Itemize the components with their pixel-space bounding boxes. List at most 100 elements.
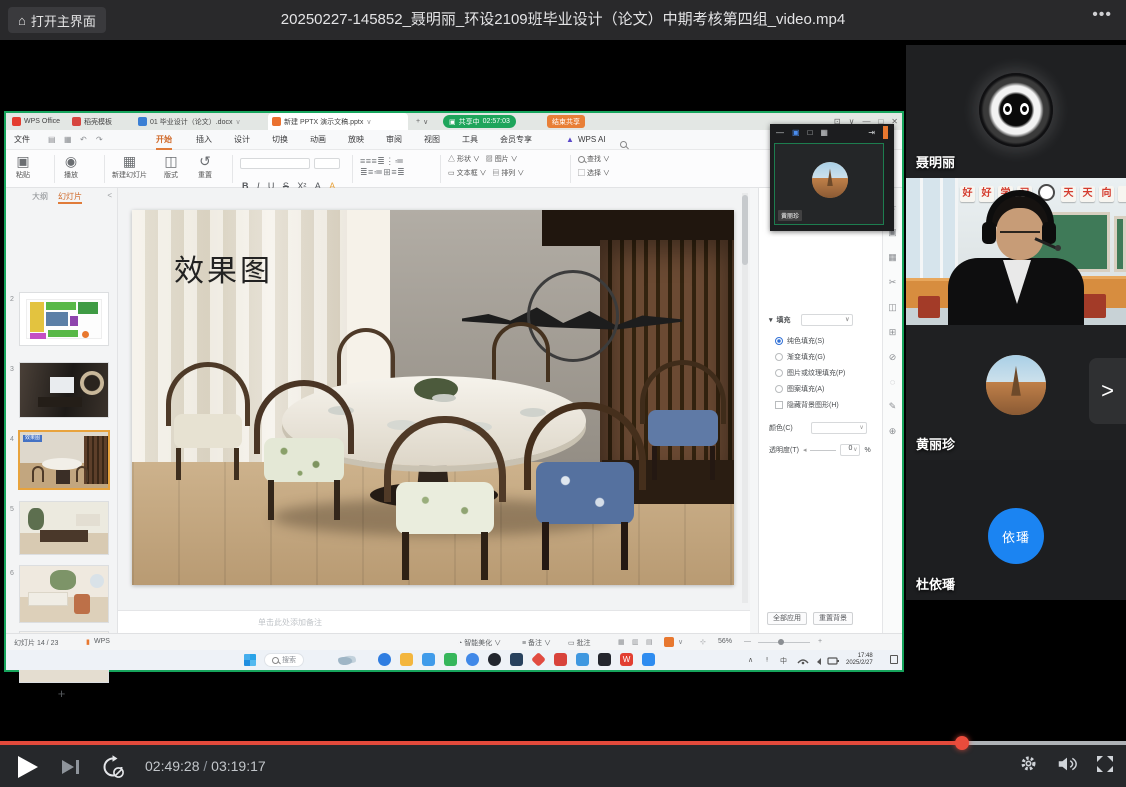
red-app-icon bbox=[554, 653, 567, 666]
textbox-icon: ▭ bbox=[448, 170, 455, 177]
tab-slides: 幻灯片 bbox=[58, 191, 82, 204]
menu-wps-ai: WPS AI bbox=[578, 130, 606, 150]
participant-name: 聂明丽 bbox=[916, 152, 955, 171]
ime-icon: 中 bbox=[780, 656, 787, 666]
total-duration: 03:19:17 bbox=[211, 758, 266, 774]
hide-bg-checkbox: 隐藏背景图形(H) bbox=[775, 400, 839, 410]
insert-group: △ 形状 ∨ ▨ 图片 ∨ ▭ 文本框 ∨ ▤ 排列 ∨ bbox=[448, 154, 524, 178]
slide-number: 3 bbox=[10, 366, 14, 373]
grid-view-icon: ▦ bbox=[820, 128, 828, 137]
next-participants-button[interactable]: > bbox=[1089, 358, 1126, 424]
layout-icon: ◫ bbox=[164, 152, 178, 170]
paste-button: ▣粘贴 bbox=[16, 152, 30, 180]
fullscreen-icon[interactable] bbox=[1096, 755, 1114, 778]
progress-handle[interactable] bbox=[955, 736, 969, 750]
checkbox-icon bbox=[775, 401, 783, 409]
volume-icon[interactable] bbox=[1056, 754, 1078, 779]
banner-card: 向 bbox=[1099, 186, 1114, 202]
chevron-down-icon: ∨ bbox=[678, 638, 683, 646]
reset-button: ↺重置 bbox=[198, 152, 212, 180]
sharing-status-label: 共享中 bbox=[459, 117, 480, 127]
qq-icon bbox=[466, 653, 479, 666]
plate bbox=[432, 394, 456, 402]
windows-taskbar: 搜索 W ∧ ⵑ 中 bbox=[6, 650, 902, 670]
align-icons-row1: ≡ ≡ ≡ ≣ ⋮ ≔ bbox=[360, 156, 434, 167]
panel-tabs: 大纲 幻灯片 < bbox=[6, 188, 117, 204]
tab-docer-label: 稻壳模板 bbox=[84, 117, 112, 127]
slide-thumb-6 bbox=[20, 566, 108, 622]
overlay-name-chip: 黄丽珍 bbox=[778, 210, 802, 221]
tab-presentation-label: 新建 PPTX 演示文稿.pptx bbox=[284, 117, 363, 127]
avatar-eye bbox=[1020, 103, 1029, 115]
meeting-panel-toolbar: — ▣ □ ▦ ⇥ bbox=[770, 124, 894, 141]
avatar bbox=[812, 162, 848, 198]
apply-all-button: 全部应用 bbox=[767, 612, 807, 625]
avatar bbox=[986, 355, 1046, 415]
sharing-timer: 02:57:03 bbox=[483, 118, 510, 125]
zoom-in-icon: + bbox=[818, 638, 822, 645]
view-read-icon: ▤ bbox=[646, 638, 653, 646]
zoom-slider bbox=[758, 642, 810, 643]
window-icon: □ bbox=[808, 128, 813, 137]
settings-icon[interactable] bbox=[1019, 754, 1038, 778]
new-tab-button: +∨ bbox=[412, 113, 432, 130]
redo-icon: ↷ bbox=[96, 130, 103, 150]
notes-bar: 单击此处添加备注 bbox=[118, 610, 750, 633]
slide-number: 2 bbox=[10, 296, 14, 303]
align-icons-row2: ≣ ≡ ≔ ⊞ ≡ ≣ bbox=[360, 167, 434, 178]
view-normal-icon: ▦ bbox=[618, 638, 625, 646]
tray-expand-icon: ∧ bbox=[748, 656, 753, 664]
video-player-app: ⌂ 打开主界面 20250227-145852_聂明丽_环设2109班毕业设计（… bbox=[0, 0, 1126, 787]
docer-icon bbox=[72, 117, 81, 126]
more-options-button[interactable]: ••• bbox=[1092, 6, 1112, 24]
font-size-select bbox=[314, 158, 340, 169]
chair-back bbox=[918, 296, 940, 318]
wps-menu-bar: 文件 ▤ ▦ ↶ ↷ 开始 插入 设计 切换 动画 放映 审阅 视图 工具 会员… bbox=[6, 130, 902, 150]
chevron-down-icon: ▾ bbox=[769, 316, 773, 324]
color-row: 颜色(C) bbox=[769, 422, 867, 434]
fill-option-pattern: 图案填充(A) bbox=[775, 384, 824, 394]
chair bbox=[166, 362, 250, 480]
tab-presentation-active: 新建 PPTX 演示文稿.pptx ∨ bbox=[268, 113, 408, 130]
minimize-icon: — bbox=[776, 128, 784, 137]
sharing-status-pill: ▣ 共享中 02:57:03 bbox=[443, 115, 516, 128]
wps-ai-icon: ▲ bbox=[566, 130, 574, 150]
slide-number: 4 bbox=[10, 436, 14, 443]
dark-app-icon bbox=[598, 653, 611, 666]
orange-tab-icon bbox=[883, 126, 888, 139]
wps-app-icon: W bbox=[620, 653, 633, 666]
zoom-slider-handle bbox=[778, 639, 784, 645]
menu-design: 设计 bbox=[234, 130, 250, 150]
wps-logo: WPS Office bbox=[8, 113, 64, 130]
browser-icon bbox=[378, 653, 391, 666]
wps-logo-text: WPS Office bbox=[24, 118, 60, 125]
current-time: 02:49:28 bbox=[145, 758, 200, 774]
tray-status-icons bbox=[796, 654, 840, 668]
time-display: 02:49:28 / 03:19:17 bbox=[145, 745, 266, 787]
tray-time: 17:48 bbox=[858, 653, 873, 659]
chair bbox=[384, 416, 506, 576]
plus-grid-icon: ⊞ bbox=[883, 327, 902, 338]
steam-icon bbox=[488, 653, 501, 666]
play-circle-icon: ◉ bbox=[64, 152, 78, 170]
fill-type-dropdown bbox=[801, 314, 853, 326]
loop-mode-button[interactable] bbox=[100, 754, 126, 785]
play-button[interactable] bbox=[18, 756, 38, 778]
cloud-app-icon bbox=[576, 653, 589, 666]
zoom-level: 56% bbox=[718, 638, 732, 645]
menu-membership: 会员专享 bbox=[500, 130, 532, 150]
wps-ribbon: ▣粘贴 ◉播放 ▦新建幻灯片 ◫版式 ↺重置 B I U S X² A A bbox=[6, 150, 902, 188]
layout-icon: ◫ bbox=[883, 302, 902, 313]
player-top-bar: ⌂ 打开主界面 20250227-145852_聂明丽_环设2109班毕业设计（… bbox=[0, 0, 1126, 40]
circle-icon: ◌ bbox=[883, 377, 902, 387]
select-icon: ▢ bbox=[578, 170, 585, 177]
shared-screen-recording: WPS Office 稻壳模板 01 毕业设计（论文）.docx ∨ 新建 PP… bbox=[4, 111, 904, 672]
panel-footer: 全部应用 重置背景 bbox=[767, 612, 853, 625]
headset-mic-tip bbox=[1055, 245, 1061, 251]
next-button[interactable] bbox=[62, 760, 79, 774]
collapse-panel-icon: < bbox=[107, 191, 112, 200]
banner-card: 天 bbox=[1080, 186, 1095, 202]
chair bbox=[640, 360, 726, 482]
participant-tile-1: 聂明丽 bbox=[906, 45, 1126, 178]
undo-icon: ↶ bbox=[80, 130, 87, 150]
